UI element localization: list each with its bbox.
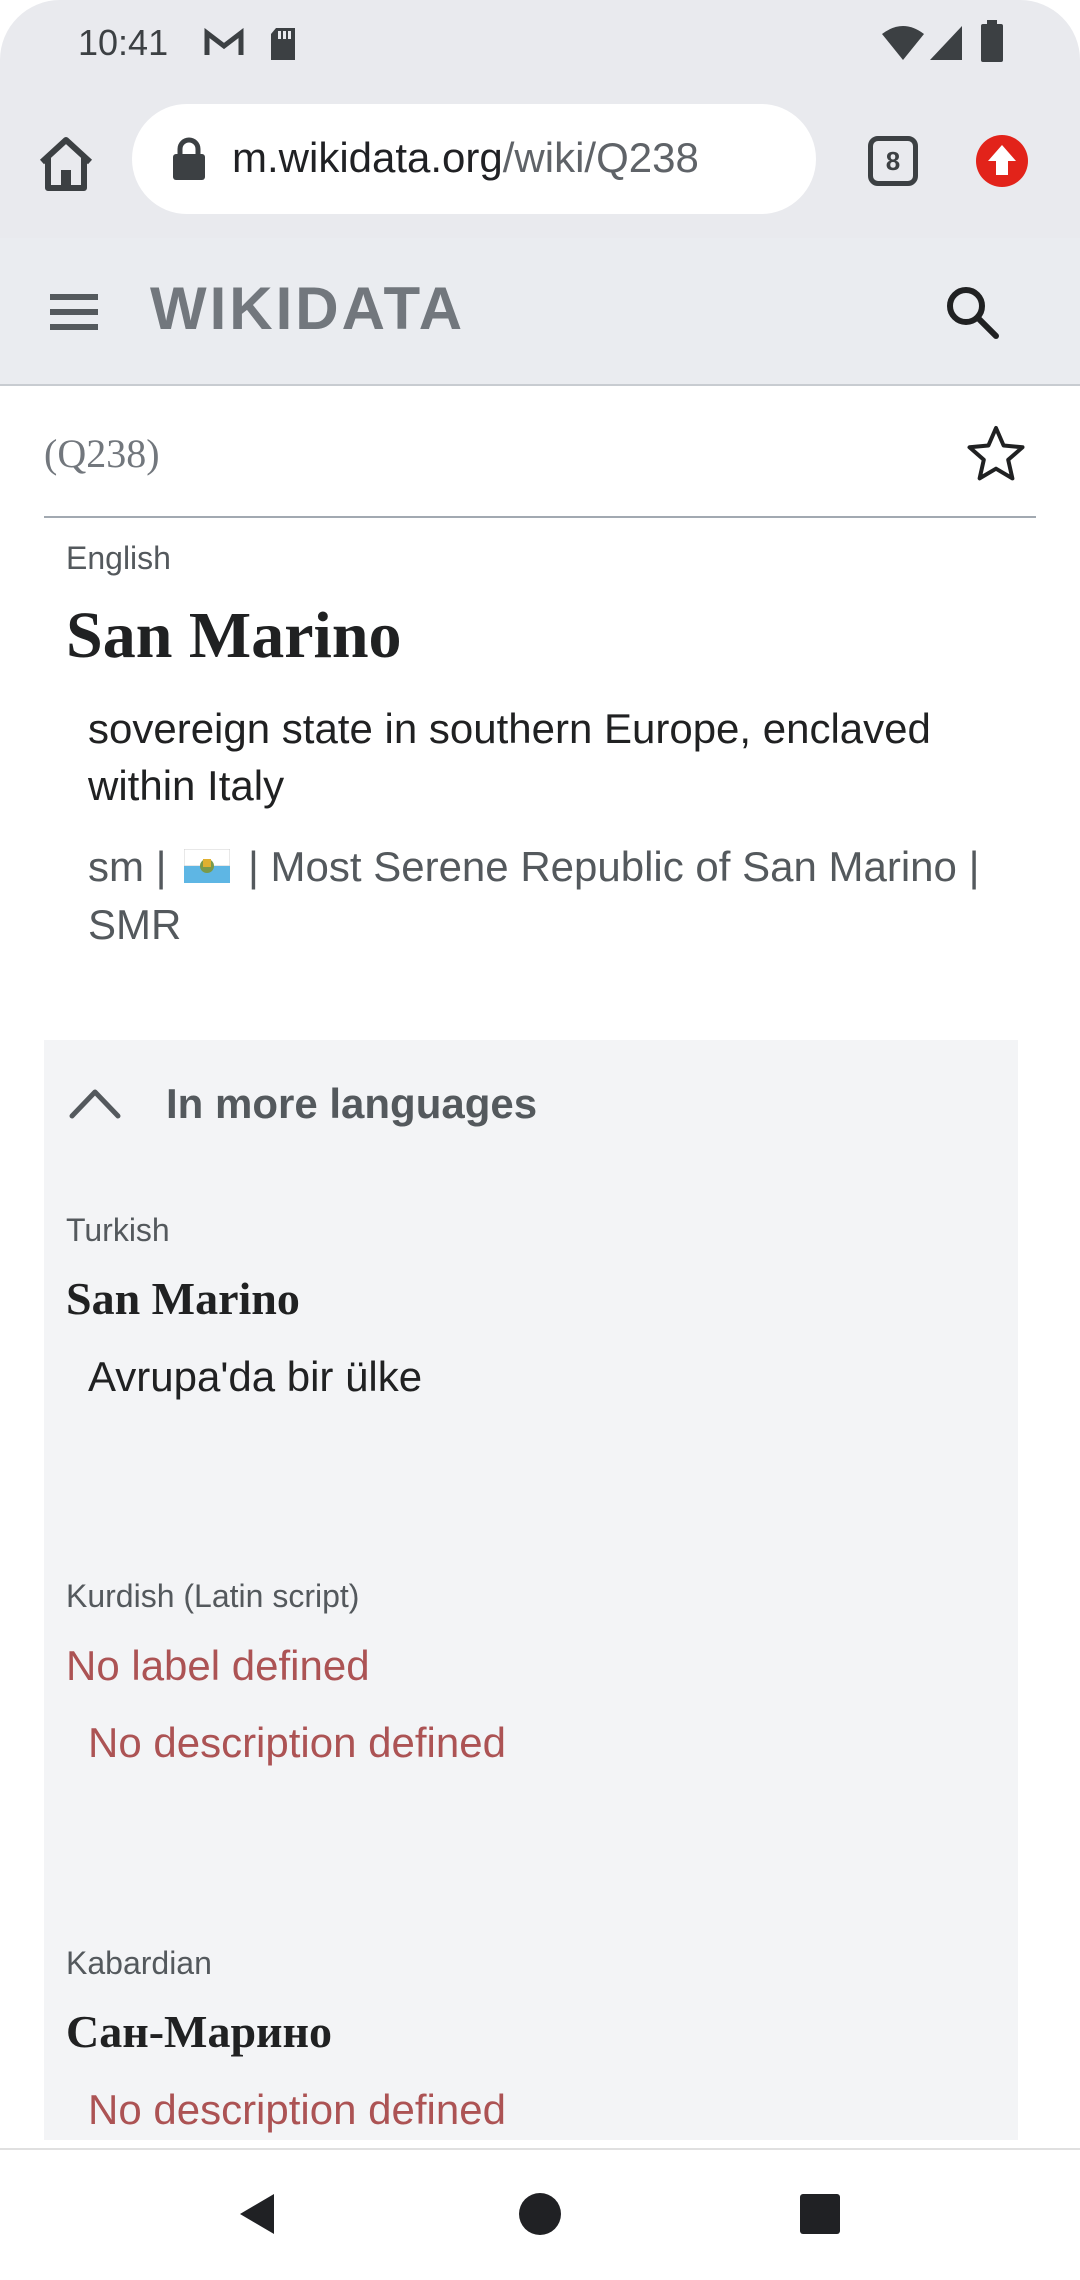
san-marino-flag-icon	[184, 848, 231, 883]
entry-description-missing: No description defined	[88, 1719, 506, 1766]
browser-chrome: 10:41 m.wikidata.org/wiki/Q238 8	[0, 0, 1080, 238]
wifi-icon	[882, 26, 924, 60]
item-description: sovereign state in southern Europe, encl…	[88, 705, 931, 809]
system-nav-bar	[0, 2148, 1080, 2280]
menu-icon[interactable]	[48, 288, 100, 336]
alias-separator: |	[247, 843, 259, 890]
site-header: WIKIDATA	[0, 238, 1080, 386]
status-time: 10:41	[78, 22, 169, 63]
more-languages-toggle[interactable]: In more languages	[166, 1080, 537, 1128]
url-row: m.wikidata.org/wiki/Q238 8	[0, 100, 1080, 220]
lock-icon	[173, 137, 205, 180]
home-nav-icon[interactable]	[516, 2190, 564, 2238]
recents-icon[interactable]	[796, 2190, 844, 2238]
entry-language: Turkish	[66, 1212, 170, 1248]
chevron-up-icon[interactable]	[68, 1086, 122, 1120]
update-icon[interactable]	[976, 135, 1028, 187]
primary-language: English	[66, 540, 171, 576]
alias: Most Serene Republic of San Marino	[270, 843, 957, 890]
battery-icon	[981, 20, 1003, 62]
entry-language: Kabardian	[66, 1945, 212, 1981]
tab-switcher-button[interactable]: 8	[868, 136, 918, 186]
alias-separator: |	[155, 843, 167, 890]
wikidata-logo[interactable]: WIKIDATA	[150, 274, 465, 343]
item-aliases: sm | | Most Serene Republic of San Marin…	[88, 838, 1008, 954]
entry-label: San Marino	[66, 1273, 300, 1324]
watch-star-icon[interactable]	[966, 424, 1026, 484]
entry-description: Avrupa'da bir ülke	[88, 1353, 423, 1400]
entry-label-missing: No label defined	[66, 1642, 370, 1689]
entry-language: Kurdish (Latin script)	[66, 1578, 360, 1614]
gmail-icon	[204, 28, 244, 55]
url-path: /wiki/Q238	[502, 134, 699, 181]
search-icon[interactable]	[944, 284, 1000, 340]
item-label: San Marino	[66, 599, 402, 672]
back-icon[interactable]	[234, 2190, 282, 2238]
alias: SMR	[88, 901, 182, 948]
more-languages-section: In more languages Turkish San Marino Avr…	[44, 1040, 1018, 2140]
signal-icon	[930, 26, 962, 60]
entry-label: Сан-Марино	[66, 2006, 333, 2057]
url-domain: m.wikidata.org	[232, 134, 503, 181]
status-bar: 10:41	[0, 0, 1080, 90]
heading-divider	[44, 516, 1036, 518]
item-id: (Q238)	[44, 431, 160, 476]
url-text: m.wikidata.org/wiki/Q238	[232, 134, 699, 182]
alias: sm	[88, 843, 144, 890]
entry-description-missing: No description defined	[88, 2086, 506, 2133]
home-icon[interactable]	[30, 128, 102, 200]
sd-card-icon	[271, 28, 295, 60]
alias-separator: |	[968, 843, 980, 890]
address-bar[interactable]: m.wikidata.org/wiki/Q238	[132, 104, 816, 214]
